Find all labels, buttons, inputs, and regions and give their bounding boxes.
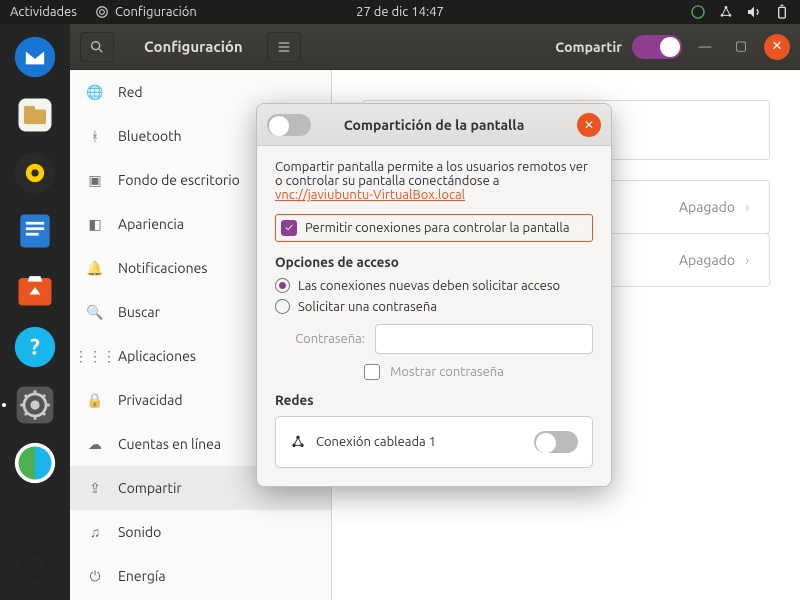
battery-icon[interactable]: [774, 4, 790, 20]
headerbar: Configuración Compartir — ▢ ✕: [70, 24, 800, 70]
clock[interactable]: 27 de dic 14:47: [356, 5, 444, 19]
allow-control-checkbox[interactable]: ✓: [281, 220, 297, 236]
search-button[interactable]: [80, 32, 114, 62]
bluetooth-icon: ᚼ: [86, 127, 104, 145]
globe-icon: 🌐: [86, 83, 104, 101]
network-name: Conexión cableada 1: [316, 435, 436, 449]
wired-network-icon: [290, 434, 306, 450]
sidebar-item-energia[interactable]: ⏻Energía: [70, 554, 331, 598]
access-options-heading: Opciones de acceso: [275, 254, 593, 270]
screen-sharing-toggle[interactable]: [267, 114, 311, 136]
dialog-close-button[interactable]: ✕: [577, 113, 601, 137]
volume-icon[interactable]: [746, 4, 762, 20]
close-button[interactable]: ✕: [764, 34, 790, 60]
radio-password-input[interactable]: [275, 299, 290, 314]
screen-sharing-dialog: Compartición de la pantalla ✕ Compartir …: [256, 103, 612, 487]
dock-show-apps[interactable]: [10, 540, 60, 590]
appearance-icon: ◧: [86, 215, 104, 233]
radio-request-access[interactable]: Las conexiones nuevas deben solicitar ac…: [275, 278, 593, 293]
share-icon: ⇪: [86, 479, 104, 497]
radio-require-password[interactable]: Solicitar una contraseña: [275, 299, 593, 314]
gnome-topbar: Actividades Configuración 27 de dic 14:4…: [0, 0, 800, 24]
maximize-button[interactable]: ▢: [728, 34, 754, 60]
networks-heading: Redes: [275, 392, 593, 408]
dock-rhythmbox[interactable]: [10, 148, 60, 198]
svg-text:?: ?: [30, 334, 40, 359]
show-password-label: Mostrar contraseña: [390, 365, 504, 379]
bell-icon: 🔔: [86, 259, 104, 277]
chevron-right-icon: ›: [745, 199, 749, 215]
dock-settings[interactable]: [10, 380, 60, 430]
share-label: Compartir: [555, 39, 622, 55]
music-icon: ♫: [86, 523, 104, 541]
support-icon[interactable]: [690, 4, 706, 20]
sharing-master-toggle[interactable]: [632, 35, 682, 59]
dock-thunderbird[interactable]: [10, 32, 60, 82]
show-password-checkbox[interactable]: [364, 364, 380, 380]
window-title: Configuración: [144, 38, 243, 55]
allow-control-row[interactable]: ✓ Permitir conexiones para controlar la …: [275, 214, 593, 242]
lock-icon: 🔒: [86, 391, 104, 409]
menu-icon: [276, 39, 292, 55]
hamburger-button[interactable]: [267, 32, 301, 62]
cloud-icon: ☁: [86, 435, 104, 453]
app-menu[interactable]: Configuración: [95, 5, 197, 19]
password-label: Contraseña:: [275, 332, 365, 346]
activities-button[interactable]: Actividades: [10, 5, 77, 19]
sidebar-item-sonido[interactable]: ♫Sonido: [70, 510, 331, 554]
minimize-button[interactable]: —: [692, 34, 718, 60]
dock-libreoffice[interactable]: [10, 206, 60, 256]
dialog-description: Compartir pantalla permite a los usuario…: [275, 160, 593, 202]
network-toggle[interactable]: [534, 431, 578, 453]
dock-help[interactable]: ?: [10, 322, 60, 372]
password-input[interactable]: [375, 324, 593, 354]
search-icon: 🔍: [86, 303, 104, 321]
dock: ?: [0, 24, 70, 600]
wallpaper-icon: ▣: [86, 171, 104, 189]
apps-icon: ⋮⋮⋮: [86, 347, 104, 365]
network-icon[interactable]: [718, 4, 734, 20]
network-row: Conexión cableada 1: [275, 416, 593, 468]
allow-control-label: Permitir conexiones para controlar la pa…: [305, 221, 570, 235]
search-icon: [89, 39, 105, 55]
dock-remmina[interactable]: [10, 438, 60, 488]
vnc-link[interactable]: vnc://javiubuntu-VirtualBox.local: [275, 188, 465, 202]
radio-request-input[interactable]: [275, 278, 290, 293]
power-icon: ⏻: [86, 567, 104, 585]
dialog-headerbar: Compartición de la pantalla ✕: [257, 104, 611, 146]
dock-files[interactable]: [10, 90, 60, 140]
chevron-right-icon: ›: [745, 252, 749, 268]
dock-software[interactable]: [10, 264, 60, 314]
